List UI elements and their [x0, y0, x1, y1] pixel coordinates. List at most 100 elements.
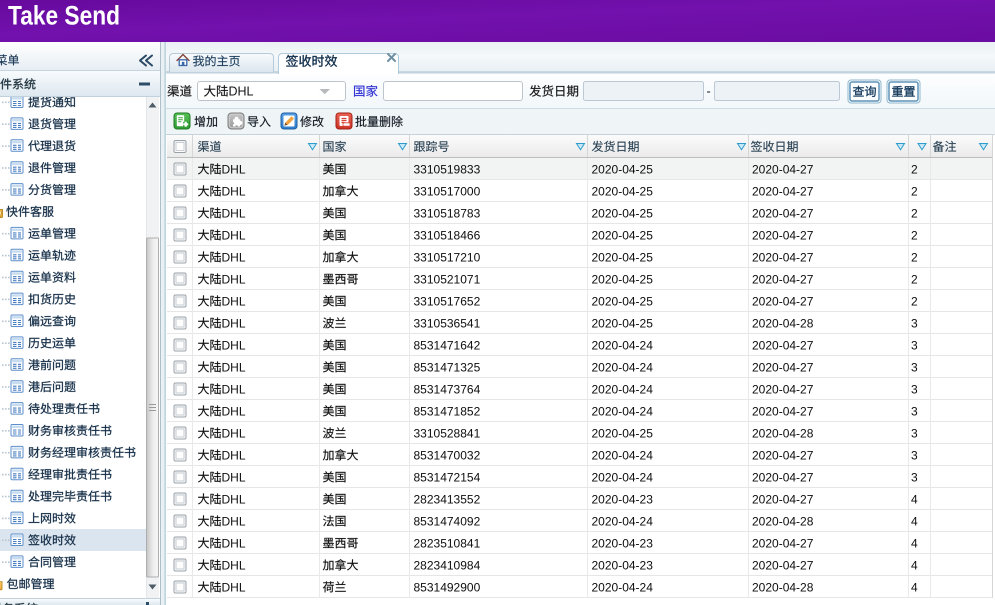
- svg-text:4: 4: [911, 580, 918, 594]
- svg-text:3: 3: [911, 316, 918, 330]
- svg-text:2020-04-28: 2020-04-28: [752, 426, 814, 440]
- svg-text:2020-04-28: 2020-04-28: [752, 580, 814, 594]
- svg-text:2020-04-25: 2020-04-25: [592, 272, 654, 286]
- svg-text:2020-04-28: 2020-04-28: [752, 316, 814, 330]
- svg-text:DHL: DHL: [222, 162, 246, 176]
- svg-text:-: -: [707, 85, 711, 99]
- svg-text:2823413552: 2823413552: [414, 492, 481, 506]
- svg-text:3310518783: 3310518783: [414, 206, 481, 220]
- svg-text:2020-04-24: 2020-04-24: [592, 470, 654, 484]
- svg-text:2020-04-27: 2020-04-27: [752, 162, 814, 176]
- svg-text:2020-04-24: 2020-04-24: [592, 360, 654, 374]
- svg-text:DHL: DHL: [222, 448, 246, 462]
- svg-text:2020-04-27: 2020-04-27: [752, 558, 814, 572]
- svg-text:2823410984: 2823410984: [414, 558, 481, 572]
- svg-text:2020-04-24: 2020-04-24: [592, 514, 654, 528]
- svg-text:2020-04-27: 2020-04-27: [752, 250, 814, 264]
- svg-text:2020-04-24: 2020-04-24: [592, 580, 654, 594]
- svg-text:2020-04-25: 2020-04-25: [592, 426, 654, 440]
- svg-text:2020-04-27: 2020-04-27: [752, 404, 814, 418]
- svg-text:3: 3: [911, 426, 918, 440]
- svg-text:2020-04-27: 2020-04-27: [752, 294, 814, 308]
- svg-text:3310517000: 3310517000: [414, 184, 481, 198]
- svg-text:DHL: DHL: [222, 514, 246, 528]
- svg-text:DHL: DHL: [222, 272, 246, 286]
- svg-text:Take Send: Take Send: [8, 1, 120, 31]
- svg-text:2: 2: [911, 272, 918, 286]
- svg-text:DHL: DHL: [222, 316, 246, 330]
- svg-text:2020-04-27: 2020-04-27: [752, 382, 814, 396]
- svg-text:3310521071: 3310521071: [414, 272, 481, 286]
- svg-text:DHL: DHL: [222, 228, 246, 242]
- svg-text:8531472154: 8531472154: [414, 470, 481, 484]
- svg-text:4: 4: [911, 492, 918, 506]
- svg-text:DHL: DHL: [222, 426, 246, 440]
- svg-text:3: 3: [911, 382, 918, 396]
- svg-text:8531470032: 8531470032: [414, 448, 481, 462]
- svg-text:2020-04-23: 2020-04-23: [592, 492, 654, 506]
- svg-text:3310517652: 3310517652: [414, 294, 481, 308]
- svg-text:3310519833: 3310519833: [414, 162, 481, 176]
- svg-text:DHL: DHL: [222, 184, 246, 198]
- svg-text:DHL: DHL: [222, 206, 246, 220]
- svg-text:2020-04-25: 2020-04-25: [592, 250, 654, 264]
- svg-text:DHL: DHL: [222, 404, 246, 418]
- svg-text:DHL: DHL: [229, 85, 254, 99]
- svg-text:2: 2: [911, 250, 918, 264]
- svg-text:2020-04-28: 2020-04-28: [752, 514, 814, 528]
- svg-text:DHL: DHL: [222, 294, 246, 308]
- svg-text:3310536541: 3310536541: [414, 316, 481, 330]
- svg-text:8531492900: 8531492900: [414, 580, 481, 594]
- svg-text:DHL: DHL: [222, 580, 246, 594]
- svg-text:DHL: DHL: [222, 360, 246, 374]
- svg-text:2823510841: 2823510841: [414, 536, 481, 550]
- svg-text:4: 4: [911, 514, 918, 528]
- svg-text:2020-04-27: 2020-04-27: [752, 360, 814, 374]
- svg-text:2020-04-27: 2020-04-27: [752, 184, 814, 198]
- svg-text:8531474092: 8531474092: [414, 514, 481, 528]
- svg-text:2020-04-27: 2020-04-27: [752, 492, 814, 506]
- svg-text:3: 3: [911, 404, 918, 418]
- svg-text:8531471642: 8531471642: [414, 338, 481, 352]
- svg-text:2020-04-23: 2020-04-23: [592, 536, 654, 550]
- svg-text:2020-04-25: 2020-04-25: [592, 228, 654, 242]
- svg-text:2020-04-24: 2020-04-24: [592, 404, 654, 418]
- svg-text:8531471325: 8531471325: [414, 360, 481, 374]
- svg-text:2020-04-23: 2020-04-23: [592, 558, 654, 572]
- svg-text:2020-04-24: 2020-04-24: [592, 382, 654, 396]
- svg-text:DHL: DHL: [222, 250, 246, 264]
- svg-text:DHL: DHL: [222, 536, 246, 550]
- svg-text:2020-04-27: 2020-04-27: [752, 470, 814, 484]
- svg-text:2: 2: [911, 184, 918, 198]
- svg-text:2020-04-27: 2020-04-27: [752, 228, 814, 242]
- svg-text:8531471852: 8531471852: [414, 404, 481, 418]
- svg-text:2020-04-25: 2020-04-25: [592, 294, 654, 308]
- svg-text:4: 4: [911, 558, 918, 572]
- svg-text:3: 3: [911, 360, 918, 374]
- svg-text:2: 2: [911, 294, 918, 308]
- svg-text:2020-04-24: 2020-04-24: [592, 448, 654, 462]
- svg-text:DHL: DHL: [222, 338, 246, 352]
- svg-text:2020-04-25: 2020-04-25: [592, 162, 654, 176]
- svg-text:2020-04-27: 2020-04-27: [752, 206, 814, 220]
- svg-text:3310517210: 3310517210: [414, 250, 481, 264]
- svg-text:2020-04-24: 2020-04-24: [592, 338, 654, 352]
- svg-text:3310518466: 3310518466: [414, 228, 481, 242]
- svg-text:2: 2: [911, 162, 918, 176]
- svg-text:2: 2: [911, 206, 918, 220]
- svg-text:2: 2: [911, 228, 918, 242]
- svg-text:DHL: DHL: [222, 382, 246, 396]
- svg-text:3: 3: [911, 448, 918, 462]
- svg-text:DHL: DHL: [222, 492, 246, 506]
- svg-text:8531473764: 8531473764: [414, 382, 481, 396]
- svg-text:2020-04-25: 2020-04-25: [592, 206, 654, 220]
- svg-text:DHL: DHL: [222, 470, 246, 484]
- svg-text:DHL: DHL: [222, 558, 246, 572]
- svg-text:2020-04-27: 2020-04-27: [752, 448, 814, 462]
- svg-text:2020-04-27: 2020-04-27: [752, 272, 814, 286]
- svg-text:2020-04-25: 2020-04-25: [592, 316, 654, 330]
- svg-text:4: 4: [911, 536, 918, 550]
- svg-text:3: 3: [911, 470, 918, 484]
- svg-text:3: 3: [911, 338, 918, 352]
- svg-text:2020-04-27: 2020-04-27: [752, 338, 814, 352]
